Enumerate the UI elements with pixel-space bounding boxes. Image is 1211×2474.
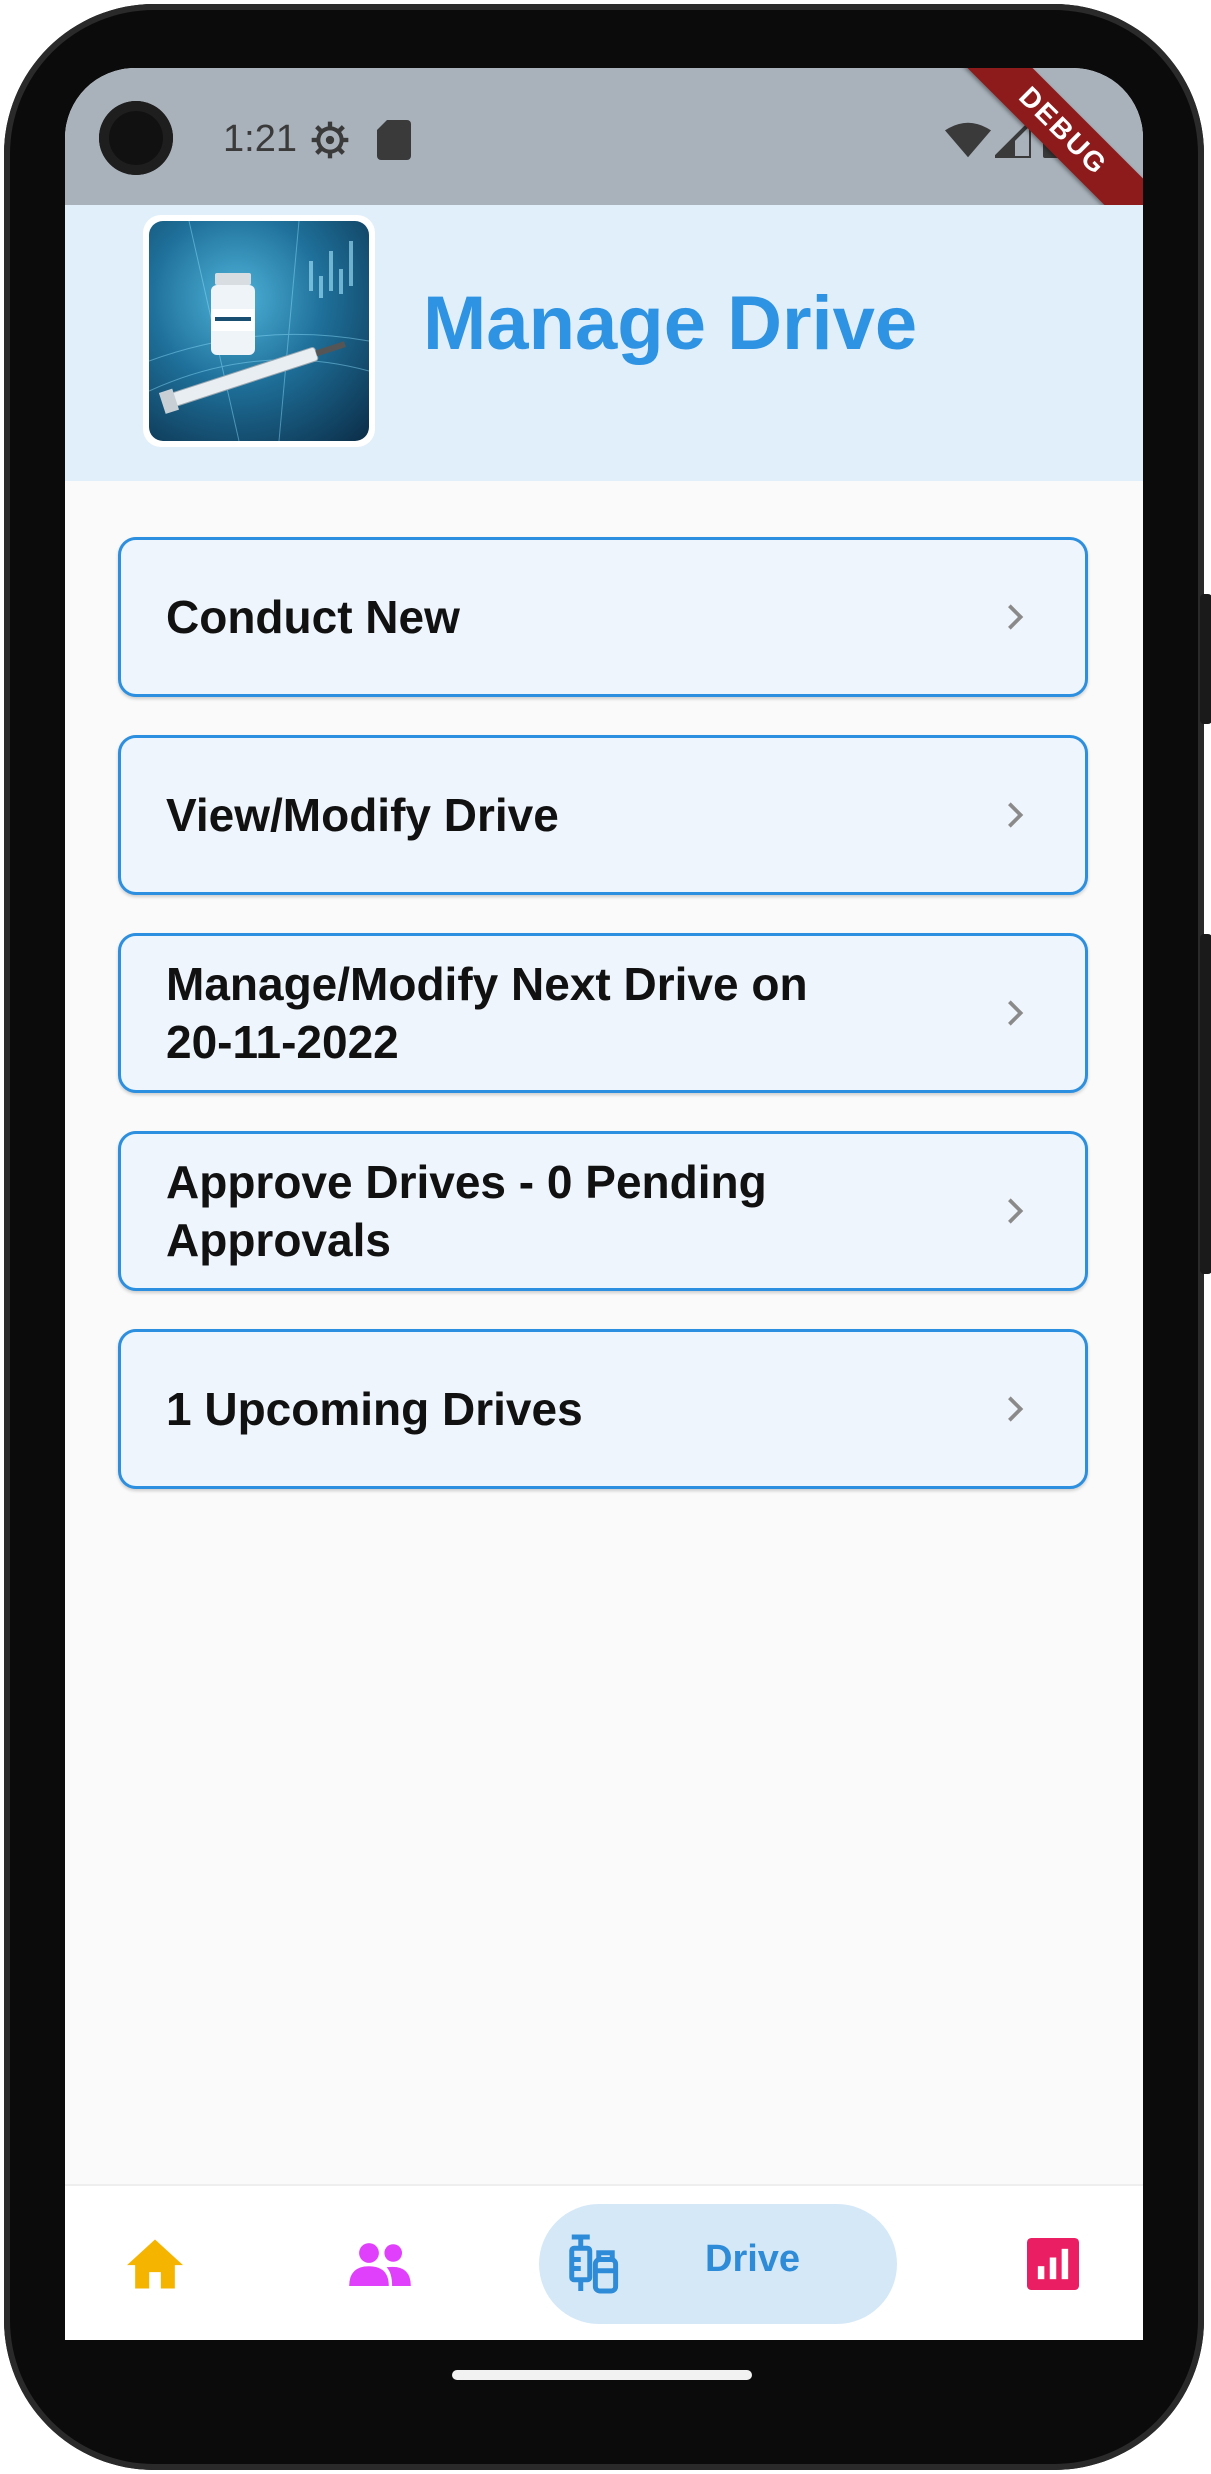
- menu-item-view-modify-drive[interactable]: View/Modify Drive: [118, 735, 1088, 895]
- menu-item-label: 1 Upcoming Drives: [166, 1383, 583, 1435]
- phone-frame: 1:21 DEBUG Manage Drive Conduct New View…: [4, 4, 1211, 2470]
- sd-card-icon: [377, 120, 411, 160]
- chevron-right-icon: [1008, 802, 1024, 828]
- status-time: 1:21: [223, 118, 297, 160]
- page-title: Manage Drive: [423, 281, 918, 366]
- nav-people[interactable]: [330, 2186, 430, 2340]
- menu-item-conduct-new[interactable]: Conduct New: [118, 537, 1088, 697]
- vaccine-icon: [569, 2234, 619, 2294]
- chevron-right-icon: [1008, 1000, 1024, 1026]
- nav-reports[interactable]: [1003, 2186, 1103, 2340]
- bar-chart-icon: [1027, 2238, 1079, 2290]
- page-header: Manage Drive: [65, 205, 1143, 481]
- chevron-right-icon: [1008, 1198, 1024, 1224]
- menu-item-label: Manage/Modify Next Drive on 20-11-2022: [166, 958, 808, 1068]
- menu-item-manage-next-drive[interactable]: Manage/Modify Next Drive on 20-11-2022: [118, 933, 1088, 1093]
- status-bar: 1:21 DEBUG: [65, 68, 1143, 254]
- menu-item-label: Approve Drives - 0 Pending Approvals: [166, 1156, 767, 1266]
- home-indicator[interactable]: [452, 2370, 752, 2380]
- vaccine-illustration: [149, 221, 369, 441]
- menu-item-approve-drives[interactable]: Approve Drives - 0 Pending Approvals: [118, 1131, 1088, 1291]
- wifi-icon: [945, 122, 991, 158]
- menu-list: Conduct New View/Modify Drive Manage/Mod…: [118, 537, 1092, 1527]
- menu-item-label: Conduct New: [166, 591, 460, 643]
- menu-item-upcoming-drives[interactable]: 1 Upcoming Drives: [118, 1329, 1088, 1489]
- chevron-right-icon: [1008, 1396, 1024, 1422]
- settings-icon: [311, 121, 349, 159]
- app-screen: 1:21 DEBUG Manage Drive Conduct New View…: [65, 68, 1143, 2340]
- chevron-right-icon: [1008, 604, 1024, 630]
- front-camera: [99, 101, 173, 175]
- menu-item-label: View/Modify Drive: [166, 789, 559, 841]
- nav-home[interactable]: [105, 2186, 205, 2340]
- volume-button: [1200, 934, 1211, 1274]
- signal-icon: [995, 122, 1031, 158]
- bottom-navigation: Drive: [65, 2184, 1143, 2340]
- vaccine-logo: [143, 215, 375, 447]
- people-icon: [349, 2243, 411, 2286]
- home-icon: [127, 2239, 183, 2289]
- power-button: [1200, 594, 1211, 724]
- nav-drive-label: Drive: [705, 2238, 801, 2280]
